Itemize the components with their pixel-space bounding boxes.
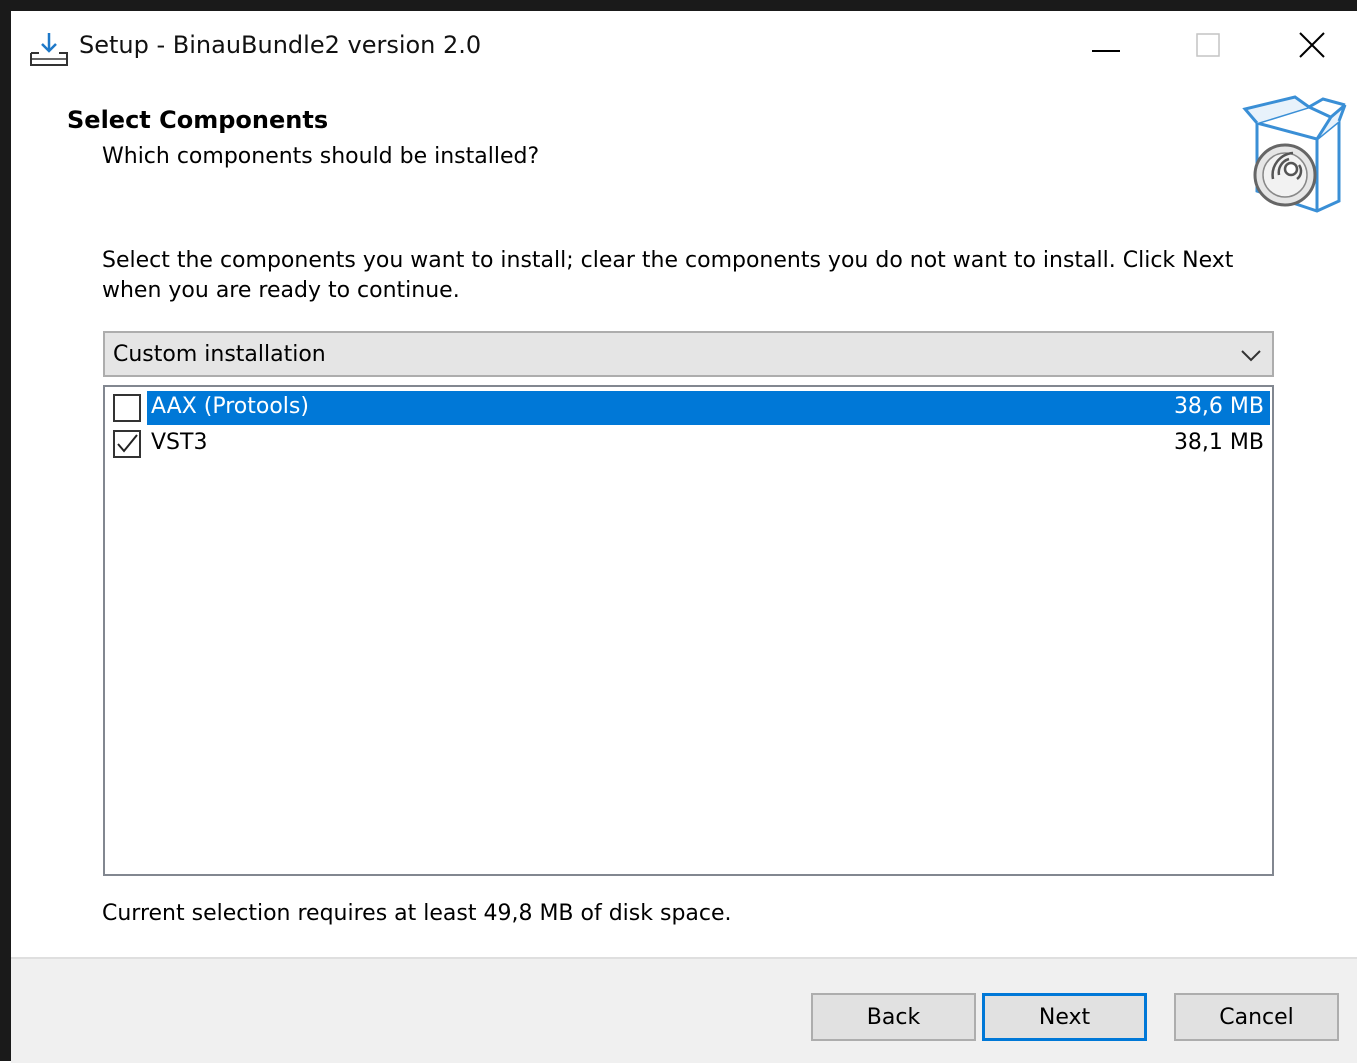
page-subtitle: Which components should be installed? <box>102 144 540 169</box>
page-title: Select Components <box>67 106 329 134</box>
setup-download-icon <box>29 31 69 67</box>
component-label: AAX (Protools) <box>151 394 309 419</box>
minimize-button[interactable] <box>1061 19 1151 75</box>
close-icon <box>1299 32 1325 62</box>
button-bar: Back Next Cancel <box>11 957 1357 1063</box>
next-button[interactable]: Next <box>982 993 1147 1041</box>
setup-window: Setup - BinauBundle2 version 2.0 Select … <box>0 0 1357 1063</box>
minimize-icon <box>1092 38 1120 57</box>
maximize-button[interactable] <box>1163 19 1253 75</box>
install-type-value: Custom installation <box>113 342 326 367</box>
disk-space-text: Current selection requires at least 49,8… <box>102 901 732 926</box>
box-disc-icon <box>1239 95 1349 219</box>
component-size: 38,6 MB <box>1173 394 1264 419</box>
components-list[interactable]: AAX (Protools) 38,6 MB VST3 38,1 MB <box>103 385 1274 876</box>
chevron-down-icon <box>1240 345 1262 365</box>
component-checkbox-aax[interactable] <box>113 394 141 422</box>
component-label: VST3 <box>151 430 208 455</box>
close-button[interactable] <box>1267 19 1357 75</box>
list-item[interactable]: AAX (Protools) 38,6 MB <box>107 391 1270 425</box>
install-type-dropdown[interactable]: Custom installation <box>103 331 1274 377</box>
list-item[interactable]: VST3 38,1 MB <box>107 427 1270 461</box>
checkmark-icon <box>117 434 138 453</box>
title-bar[interactable]: Setup - BinauBundle2 version 2.0 <box>11 11 1357 85</box>
cancel-button[interactable]: Cancel <box>1174 993 1339 1041</box>
instructions-text: Select the components you want to instal… <box>102 248 1234 303</box>
component-size: 38,1 MB <box>1173 430 1264 455</box>
back-button[interactable]: Back <box>811 993 976 1041</box>
selection-highlight <box>147 391 1270 425</box>
component-checkbox-vst3[interactable] <box>113 430 141 458</box>
maximize-icon <box>1196 33 1220 61</box>
window-title: Setup - BinauBundle2 version 2.0 <box>79 31 482 59</box>
